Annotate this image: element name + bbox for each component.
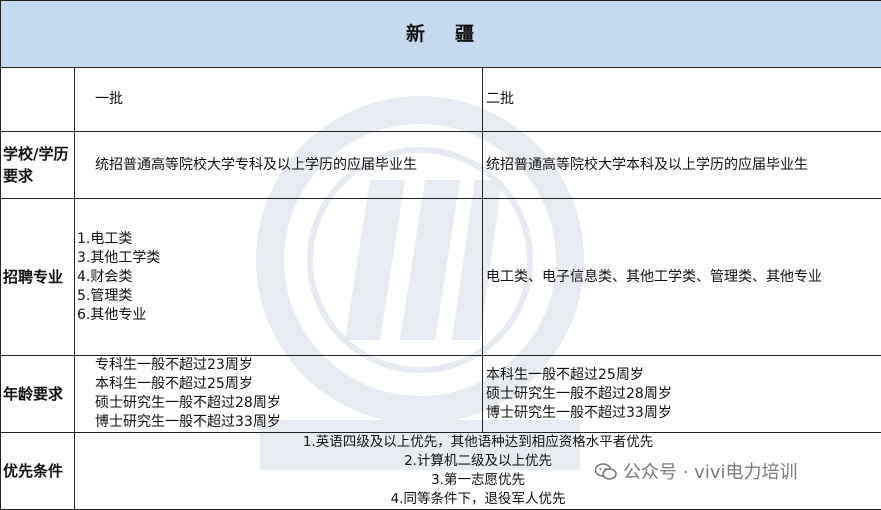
list-item: 硕士研究生一般不超过28周岁 (486, 385, 877, 404)
title-char: 新 (406, 25, 427, 44)
age-second-batch: 本科生一般不超过25周岁 硕士研究生一般不超过28周岁 博士研究生一般不超过33… (483, 356, 881, 433)
majors-first-batch: 1.电工类 3.其他工学类 4.财会类 5.管理类 6.其他专业 (75, 199, 483, 356)
row-label-priority: 优先条件 (1, 433, 75, 510)
list-item: 本科生一般不超过25周岁 (486, 366, 877, 385)
row-label-majors: 招聘专业 (1, 199, 75, 356)
list-item: 硕士研究生一般不超过28周岁 (95, 394, 478, 413)
list-item: 1.英语四级及以上优先，其他语种达到相应资格水平者优先 (79, 433, 877, 452)
education-first-batch: 统招普通高等院校大学专科及以上学历的应届毕业生 (75, 132, 483, 199)
education-second-batch: 统招普通高等院校大学本科及以上学历的应届毕业生 (483, 132, 881, 199)
age-list-second: 本科生一般不超过25周岁 硕士研究生一般不超过28周岁 博士研究生一般不超过33… (486, 366, 877, 423)
column-header-first-batch: 一批 (75, 68, 483, 132)
list-item: 本科生一般不超过25周岁 (95, 375, 478, 394)
list-item: 1.电工类 (77, 230, 478, 249)
title-char: 疆 (455, 25, 476, 44)
list-item: 专科生一般不超过23周岁 (95, 356, 478, 375)
list-item: 博士研究生一般不超过33周岁 (95, 413, 478, 432)
list-item: 3.其他工学类 (77, 249, 478, 268)
table-title: 新疆 (1, 1, 881, 68)
watermark-text: 公众号 · vivi电力培训 (623, 462, 797, 483)
wechat-watermark: 公众号 · vivi电力培训 (595, 458, 797, 484)
list-item: 6.其他专业 (77, 306, 478, 325)
wechat-icon (595, 463, 617, 481)
list-item: 博士研究生一般不超过33周岁 (486, 404, 877, 423)
recruitment-table: 新疆 一批 二批 学校/学历要求 统招普通高等院校大学专科及以上学历的应届毕业生… (0, 0, 881, 510)
age-first-batch: 专科生一般不超过23周岁 本科生一般不超过25周岁 硕士研究生一般不超过28周岁… (75, 356, 483, 433)
list-item: 5.管理类 (77, 287, 478, 306)
corner-cell (1, 68, 75, 132)
row-label-education: 学校/学历要求 (1, 132, 75, 199)
column-header-second-batch: 二批 (483, 68, 881, 132)
majors-list: 1.电工类 3.其他工学类 4.财会类 5.管理类 6.其他专业 (77, 230, 478, 325)
list-item: 4.财会类 (77, 268, 478, 287)
majors-second-batch: 电工类、电子信息类、其他工学类、管理类、其他专业 (483, 199, 881, 356)
row-label-age: 年龄要求 (1, 356, 75, 433)
list-item: 4.同等条件下，退役军人优先 (79, 490, 877, 509)
age-list-first: 专科生一般不超过23周岁 本科生一般不超过25周岁 硕士研究生一般不超过28周岁… (95, 356, 478, 432)
